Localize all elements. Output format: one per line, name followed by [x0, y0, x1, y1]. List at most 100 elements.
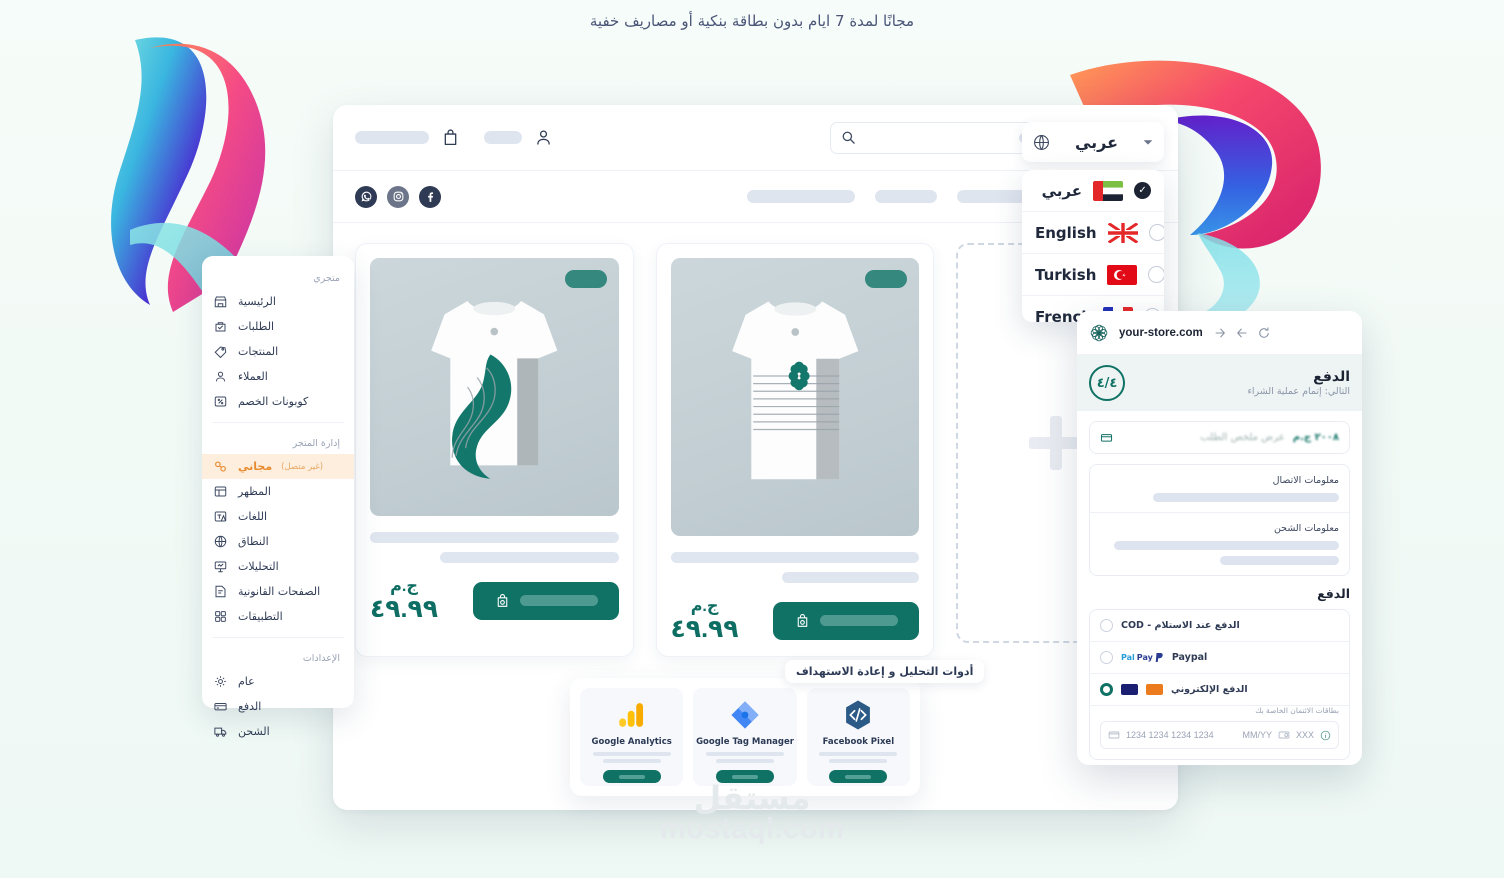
language-radio-selected[interactable] — [1134, 182, 1151, 199]
mastercard-logo-icon — [1146, 684, 1163, 695]
language-option-label: عربي — [1041, 181, 1082, 200]
sidebar-item-appearance[interactable]: المظهر — [202, 479, 354, 504]
card-details-input[interactable]: 1234 1234 1234 1234 MM/YY XXX — [1100, 721, 1339, 749]
sidebar-item-domain[interactable]: النطاق — [202, 529, 354, 554]
tool-card[interactable]: Facebook Pixel — [806, 688, 910, 786]
sidebar-item-home[interactable]: الرئيسية — [202, 289, 354, 314]
shipping-section-title: معلومات الشحن — [1273, 523, 1339, 534]
product-sub-placeholder — [439, 552, 619, 563]
product-card[interactable]: ج.م ٤٩.٩٩ — [655, 243, 935, 658]
contact-shipping-box: معلومات الاتصال معلومات الشحن — [1089, 464, 1350, 576]
gear-icon — [212, 673, 229, 690]
payment-radio[interactable] — [1100, 619, 1113, 632]
sidebar-item-languages[interactable]: اللغات — [202, 504, 354, 529]
sidebar-item-label: الطلبات — [238, 320, 275, 333]
shipping-section[interactable]: معلومات الشحن — [1090, 513, 1349, 575]
card-number-placeholder: 1234 1234 1234 1234 — [1126, 730, 1214, 740]
tool-card[interactable]: Google Tag Manager — [693, 688, 797, 786]
tool-action-button[interactable] — [716, 770, 775, 783]
order-summary-row[interactable]: عرض ملخص الطلب ٢٠٠٨ ج.م — [1090, 422, 1349, 453]
product-card[interactable]: ج.م ٤٩.٩٩ — [355, 243, 634, 658]
cart-plus-icon — [497, 594, 507, 607]
info-icon[interactable] — [1320, 730, 1331, 741]
sidebar-item-general[interactable]: عام — [202, 669, 354, 694]
forward-arrow-icon[interactable] — [1213, 326, 1227, 340]
checkout-subtitle: التالي: إتمام عملية الشراء — [1247, 386, 1350, 397]
turkey-flag-icon — [1107, 264, 1138, 285]
contact-section[interactable]: معلومات الاتصال — [1090, 465, 1349, 513]
sidebar-item-apps[interactable]: التطبيقات — [202, 604, 354, 629]
user-icon — [212, 368, 229, 385]
cart-icon[interactable] — [441, 128, 460, 147]
language-dropdown-menu: عربي English Turkish — [1022, 170, 1164, 322]
shipping-value-placeholder-1 — [1114, 541, 1339, 550]
sidebar-item-payment[interactable]: الدفع — [202, 694, 354, 719]
payment-option-paypal[interactable]: Pay Pal Paypal — [1090, 642, 1349, 674]
appearance-icon — [212, 483, 229, 500]
contact-section-title: معلومات الاتصال — [1272, 475, 1339, 486]
language-radio[interactable] — [1148, 266, 1164, 283]
tool-card[interactable]: Google Analytics — [580, 688, 684, 786]
add-to-cart-button[interactable] — [773, 601, 920, 640]
back-arrow-icon[interactable] — [1235, 326, 1249, 340]
nav-item-3[interactable] — [875, 190, 937, 203]
tool-desc-placeholder — [592, 752, 671, 763]
price-value: ٤٩.٩٩ — [670, 614, 739, 643]
globe-icon — [1032, 133, 1051, 152]
sidebar-item-label: الشحن — [238, 725, 270, 738]
sidebar-item-orders[interactable]: الطلبات — [202, 314, 354, 339]
reload-icon[interactable] — [1257, 326, 1271, 340]
legal-pages-icon — [212, 583, 229, 600]
sidebar-item-coupons[interactable]: كوبونات الخصم — [202, 389, 354, 414]
facebook-icon[interactable] — [419, 185, 441, 208]
plus-icon — [1029, 416, 1084, 470]
sidebar-item-sublabel: (غير متصل) — [281, 461, 324, 472]
sidebar-item-customers[interactable]: العملاء — [202, 364, 354, 389]
payment-radio-selected[interactable] — [1100, 683, 1113, 696]
tool-action-button[interactable] — [602, 770, 661, 783]
tool-action-button[interactable] — [829, 770, 888, 783]
language-radio[interactable] — [1148, 224, 1164, 241]
browser-url[interactable]: your-store.com — [1119, 327, 1203, 339]
chevron-down-icon[interactable] — [1142, 136, 1154, 148]
language-option-arabic[interactable]: عربي — [1022, 170, 1164, 212]
sidebar-item-label: المظهر — [238, 485, 271, 498]
sidebar-item-label: اللغات — [238, 510, 268, 523]
sidebar-item-plan[interactable]: (غير متصل) مجاني — [202, 454, 354, 479]
step-badge: ٤/٤ — [1089, 365, 1125, 401]
code-hexagon-icon — [846, 700, 871, 730]
uae-flag-icon — [1093, 180, 1123, 201]
add-to-cart-label — [820, 615, 899, 627]
sidebar-group-title: الإعدادات — [302, 653, 340, 664]
payment-option-label: الدفع عند الاستلام - COD — [1121, 620, 1240, 631]
sidebar-item-label: النطاق — [238, 535, 269, 548]
account-icon[interactable] — [534, 128, 553, 147]
language-option-turkish[interactable]: Turkish — [1022, 254, 1164, 296]
payment-option-electronic[interactable]: الدفع الإلكتروني — [1090, 674, 1349, 706]
coupon-icon — [212, 393, 229, 410]
checkout-step-header: ٤/٤ الدفع التالي: إتمام عملية الشراء — [1077, 355, 1362, 411]
sidebar-item-legal-pages[interactable]: الصفحات القانونية — [202, 579, 354, 604]
sidebar-item-analytics[interactable]: التحليلات — [202, 554, 354, 579]
language-option-english[interactable]: English — [1022, 212, 1164, 254]
sidebar-divider — [212, 637, 344, 638]
product-sub-placeholder — [782, 572, 920, 583]
nav-item-4[interactable] — [747, 190, 855, 203]
analytics-board-icon — [212, 558, 229, 575]
search-icon[interactable] — [841, 130, 856, 145]
payment-radio[interactable] — [1100, 651, 1113, 664]
add-to-cart-button[interactable] — [472, 581, 619, 620]
language-dropdown-button[interactable]: عربي — [1022, 122, 1164, 162]
order-summary-box[interactable]: عرض ملخص الطلب ٢٠٠٨ ج.م — [1089, 421, 1350, 454]
cart-label-placeholder — [355, 131, 429, 144]
instagram-icon[interactable] — [387, 185, 409, 208]
credit-card-icon — [1108, 729, 1120, 741]
whatsapp-icon[interactable] — [355, 185, 377, 208]
sidebar-item-products[interactable]: المنتجات — [202, 339, 354, 364]
sidebar-item-label: المنتجات — [238, 345, 279, 358]
payment-option-cod[interactable]: الدفع عند الاستلام - COD — [1090, 610, 1349, 642]
shipping-truck-icon — [212, 723, 229, 740]
promo-headline: مجانًا لمدة 7 ايام بدون بطاقة بنكية أو م… — [589, 12, 915, 30]
tools-panel-label: أدوات التحليل و إعادة الاستهداف — [785, 660, 985, 683]
sidebar-item-shipping[interactable]: الشحن — [202, 719, 354, 744]
